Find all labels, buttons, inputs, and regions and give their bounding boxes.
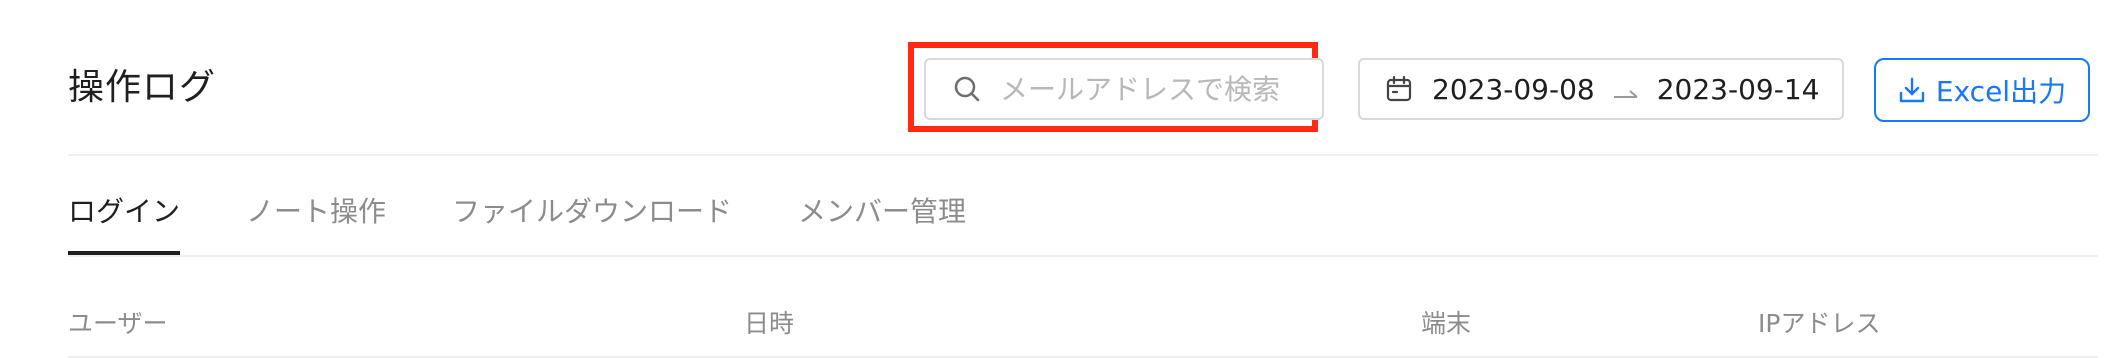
tabs-divider [68, 255, 2098, 257]
column-header-device: 端末 [1421, 309, 1472, 338]
excel-export-button[interactable]: Excel出力 [1874, 58, 2090, 122]
arrow-right-icon [1613, 79, 1639, 99]
tab-login[interactable]: ログイン [68, 186, 181, 256]
search-box[interactable] [924, 58, 1324, 120]
tab-bar: ログイン ノート操作 ファイルダウンロード メンバー管理 [68, 186, 1032, 256]
search-icon [952, 74, 982, 104]
tab-note-operations[interactable]: ノート操作 [246, 186, 386, 256]
date-start[interactable]: 2023-09-08 [1432, 73, 1595, 106]
download-icon [1898, 76, 1926, 104]
header: 操作ログ 2023-09-08 [68, 40, 2098, 140]
tab-file-download[interactable]: ファイルダウンロード [452, 186, 732, 256]
date-range-picker[interactable]: 2023-09-08 2023-09-14 [1358, 58, 1844, 120]
calendar-icon [1384, 74, 1414, 104]
excel-export-label: Excel出力 [1935, 75, 2067, 108]
column-header-ip-address: IPアドレス [1758, 309, 1881, 338]
column-header-user: ユーザー [68, 309, 168, 338]
date-end[interactable]: 2023-09-14 [1657, 73, 1820, 106]
header-divider [68, 154, 2098, 156]
tab-member-management[interactable]: メンバー管理 [798, 186, 966, 256]
page: 操作ログ 2023-09-08 [0, 0, 2124, 358]
search-input[interactable] [998, 71, 1302, 107]
table-header: ユーザー 日時 端末 IPアドレス [68, 304, 2098, 344]
column-header-datetime: 日時 [744, 309, 795, 338]
page-title: 操作ログ [68, 67, 217, 108]
